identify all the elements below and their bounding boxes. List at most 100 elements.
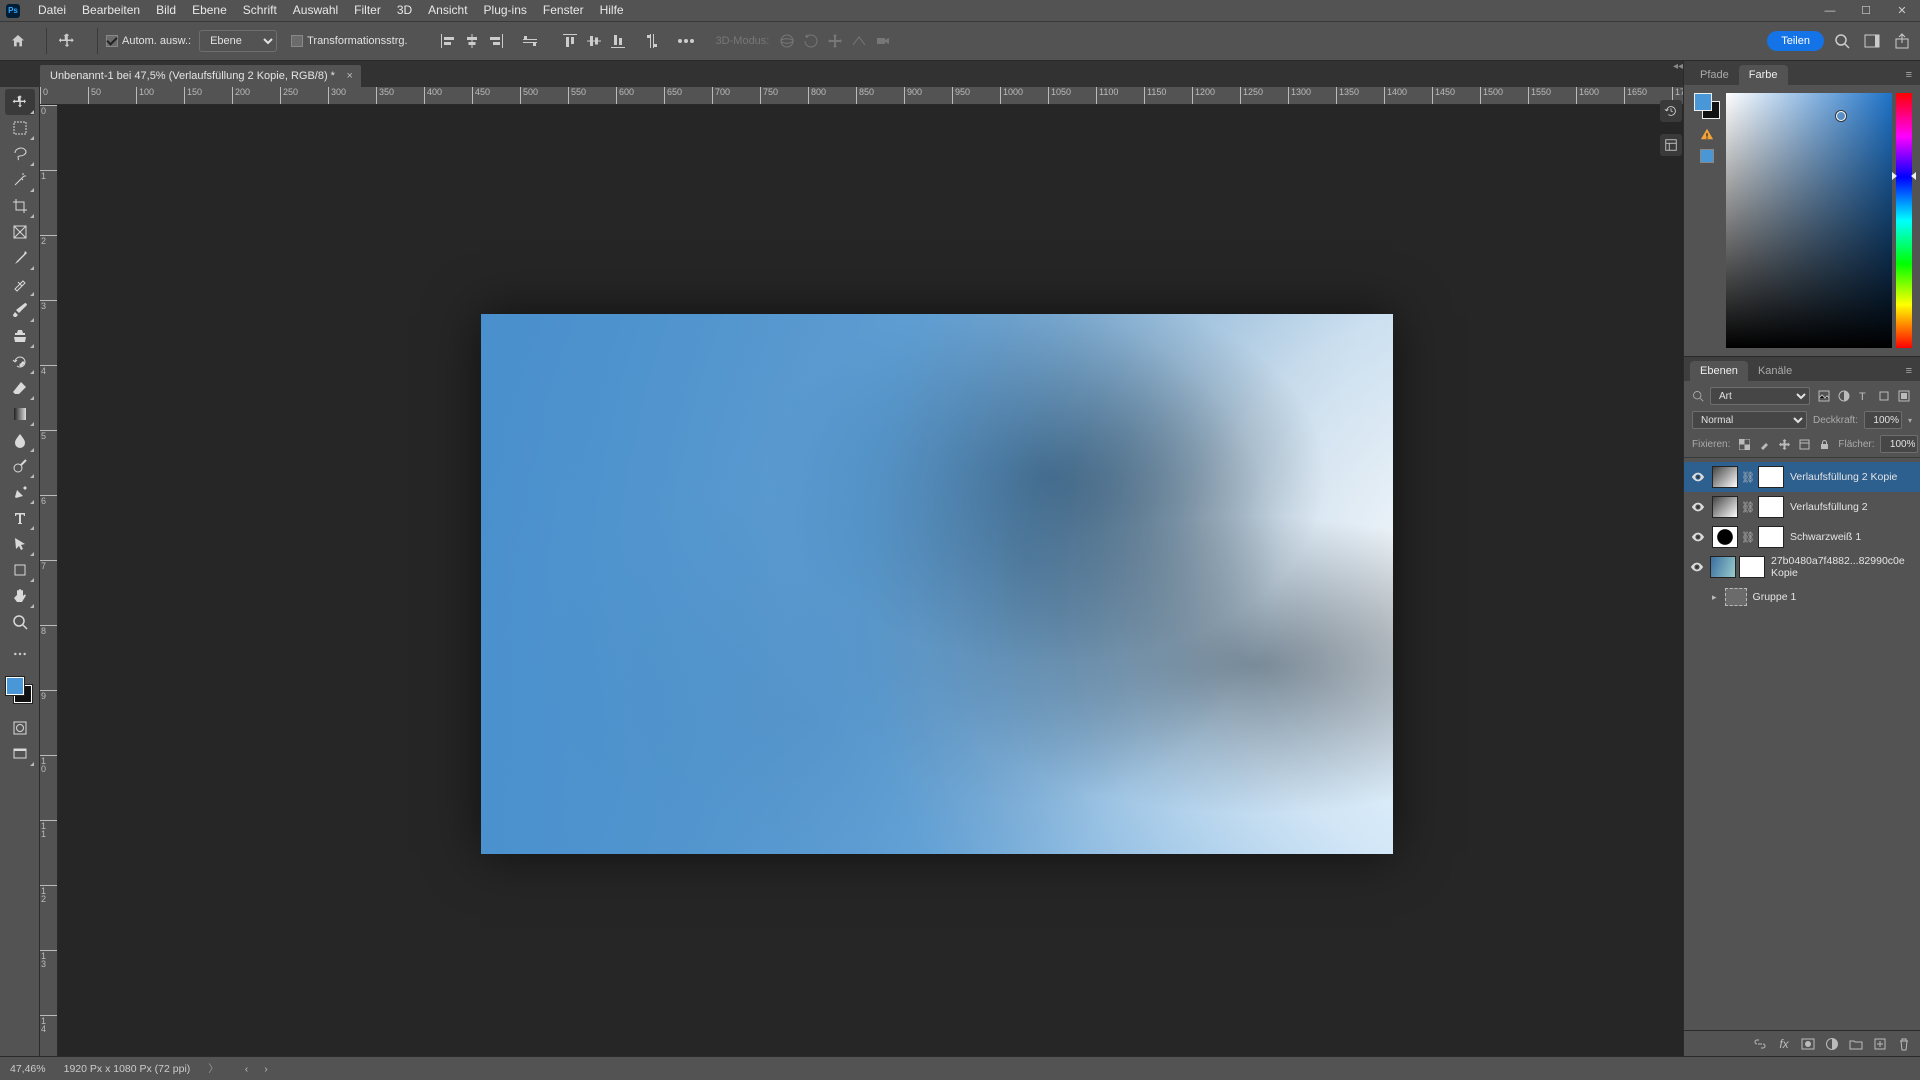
layer-name[interactable]: 27b0480a7f4882...82990c0e Kopie <box>1771 555 1914 579</box>
visibility-toggle[interactable] <box>1690 529 1706 545</box>
opacity-flyout-icon[interactable]: ▾ <box>1908 416 1912 425</box>
status-arrows[interactable]: ‹› <box>237 1063 276 1075</box>
tab-ebenen[interactable]: Ebenen <box>1690 361 1748 381</box>
link-layers-icon[interactable] <box>1752 1036 1768 1052</box>
frame-tool[interactable] <box>5 219 35 245</box>
panel-color-swatches[interactable] <box>1694 93 1720 119</box>
color-field[interactable] <box>1726 93 1892 348</box>
gamut-warning-icon[interactable] <box>1700 127 1714 141</box>
auto-select-target-select[interactable]: Ebene <box>199 30 277 52</box>
layer-row[interactable]: ▸ Gruppe 1 <box>1684 582 1920 612</box>
menu-3d[interactable]: 3D <box>389 3 420 17</box>
align-v-center-icon[interactable] <box>582 29 606 53</box>
menu-bearbeiten[interactable]: Bearbeiten <box>74 3 148 17</box>
shape-tool[interactable] <box>5 557 35 583</box>
visibility-toggle[interactable] <box>1690 469 1706 485</box>
layer-mask-thumb[interactable] <box>1758 526 1784 548</box>
menu-datei[interactable]: Datei <box>30 3 74 17</box>
doc-info[interactable]: 1920 Px x 1080 Px (72 ppi) <box>64 1063 191 1075</box>
lock-pixels-icon[interactable] <box>1756 436 1772 452</box>
new-group-icon[interactable] <box>1848 1036 1864 1052</box>
filter-smart-icon[interactable] <box>1896 388 1912 404</box>
distribute-h-icon[interactable] <box>518 29 542 53</box>
zoom-tool[interactable] <box>5 609 35 635</box>
export-icon[interactable] <box>1890 29 1914 53</box>
menu-schrift[interactable]: Schrift <box>235 3 285 17</box>
filter-search-icon[interactable] <box>1692 390 1704 402</box>
layer-mask-thumb[interactable] <box>1758 466 1784 488</box>
doc-info-flyout-icon[interactable]: 〉 <box>208 1061 219 1076</box>
close-window-button[interactable]: ✕ <box>1884 0 1920 21</box>
layer-name[interactable]: Schwarzweiß 1 <box>1790 531 1861 543</box>
layer-row[interactable]: ⛓ Schwarzweiß 1 <box>1684 522 1920 552</box>
layer-mask-icon[interactable] <box>1800 1036 1816 1052</box>
layers-panel-menu-icon[interactable]: ≡ <box>1898 361 1920 381</box>
minimize-button[interactable]: — <box>1812 0 1848 21</box>
align-h-center-icon[interactable] <box>460 29 484 53</box>
visibility-toggle[interactable] <box>1690 559 1704 575</box>
visibility-toggle[interactable] <box>1690 589 1706 605</box>
layer-thumb[interactable] <box>1712 466 1738 488</box>
color-panel-menu-icon[interactable]: ≡ <box>1898 65 1920 85</box>
ruler-horizontal[interactable]: 0501001502002503003504004505005506006507… <box>40 87 1683 105</box>
lock-artboard-icon[interactable] <box>1796 436 1812 452</box>
path-selection-tool[interactable] <box>5 531 35 557</box>
filter-shape-icon[interactable] <box>1876 388 1892 404</box>
align-right-icon[interactable] <box>484 29 508 53</box>
marquee-tool[interactable] <box>5 115 35 141</box>
new-layer-icon[interactable] <box>1872 1036 1888 1052</box>
zoom-level[interactable]: 47,46% <box>10 1063 46 1075</box>
workspace-icon[interactable] <box>1860 29 1884 53</box>
maximize-button[interactable]: ☐ <box>1848 0 1884 21</box>
blur-tool[interactable] <box>5 427 35 453</box>
brush-tool[interactable] <box>5 297 35 323</box>
dodge-tool[interactable] <box>5 453 35 479</box>
menu-plug-ins[interactable]: Plug-ins <box>476 3 535 17</box>
align-top-icon[interactable] <box>558 29 582 53</box>
clone-stamp-tool[interactable] <box>5 323 35 349</box>
menu-fenster[interactable]: Fenster <box>535 3 592 17</box>
tab-kanaele[interactable]: Kanäle <box>1748 361 1802 381</box>
color-swatches[interactable] <box>0 675 39 707</box>
distribute-v-icon[interactable] <box>640 29 664 53</box>
healing-brush-tool[interactable] <box>5 271 35 297</box>
tab-pfade[interactable]: Pfade <box>1690 65 1739 85</box>
hand-tool[interactable] <box>5 583 35 609</box>
gradient-tool[interactable] <box>5 401 35 427</box>
share-button[interactable]: Teilen <box>1767 31 1824 51</box>
lock-position-icon[interactable] <box>1776 436 1792 452</box>
search-icon[interactable] <box>1830 29 1854 53</box>
layer-thumb[interactable] <box>1710 556 1736 578</box>
filter-adjust-icon[interactable] <box>1836 388 1852 404</box>
transform-controls-checkbox[interactable]: Transformationsstrg. <box>291 35 407 47</box>
lock-transparent-icon[interactable] <box>1736 436 1752 452</box>
move-tool[interactable] <box>5 89 35 115</box>
document-tab[interactable]: Unbenannt-1 bei 47,5% (Verlaufsfüllung 2… <box>40 65 361 87</box>
properties-panel-icon[interactable] <box>1660 134 1682 156</box>
history-panel-icon[interactable] <box>1660 100 1682 122</box>
home-button[interactable] <box>6 29 30 53</box>
lasso-tool[interactable] <box>5 141 35 167</box>
menu-bild[interactable]: Bild <box>148 3 184 17</box>
quick-mask-icon[interactable] <box>5 715 35 741</box>
menu-auswahl[interactable]: Auswahl <box>285 3 346 17</box>
menu-filter[interactable]: Filter <box>346 3 389 17</box>
crop-tool[interactable] <box>5 193 35 219</box>
align-left-icon[interactable] <box>436 29 460 53</box>
menu-ansicht[interactable]: Ansicht <box>420 3 475 17</box>
layer-style-icon[interactable]: fx <box>1776 1036 1792 1052</box>
layer-mask-thumb[interactable] <box>1739 556 1765 578</box>
pen-tool[interactable] <box>5 479 35 505</box>
tab-farbe[interactable]: Farbe <box>1739 65 1788 85</box>
menu-ebene[interactable]: Ebene <box>184 3 235 17</box>
history-brush-tool[interactable] <box>5 349 35 375</box>
layer-mask-thumb[interactable] <box>1758 496 1784 518</box>
foreground-color[interactable] <box>6 677 24 695</box>
visibility-toggle[interactable] <box>1690 499 1706 515</box>
layer-thumb[interactable] <box>1712 526 1738 548</box>
more-align-icon[interactable] <box>674 29 698 53</box>
eraser-tool[interactable] <box>5 375 35 401</box>
layer-name[interactable]: Verlaufsfüllung 2 Kopie <box>1790 471 1897 483</box>
type-tool[interactable] <box>5 505 35 531</box>
menu-hilfe[interactable]: Hilfe <box>592 3 632 17</box>
